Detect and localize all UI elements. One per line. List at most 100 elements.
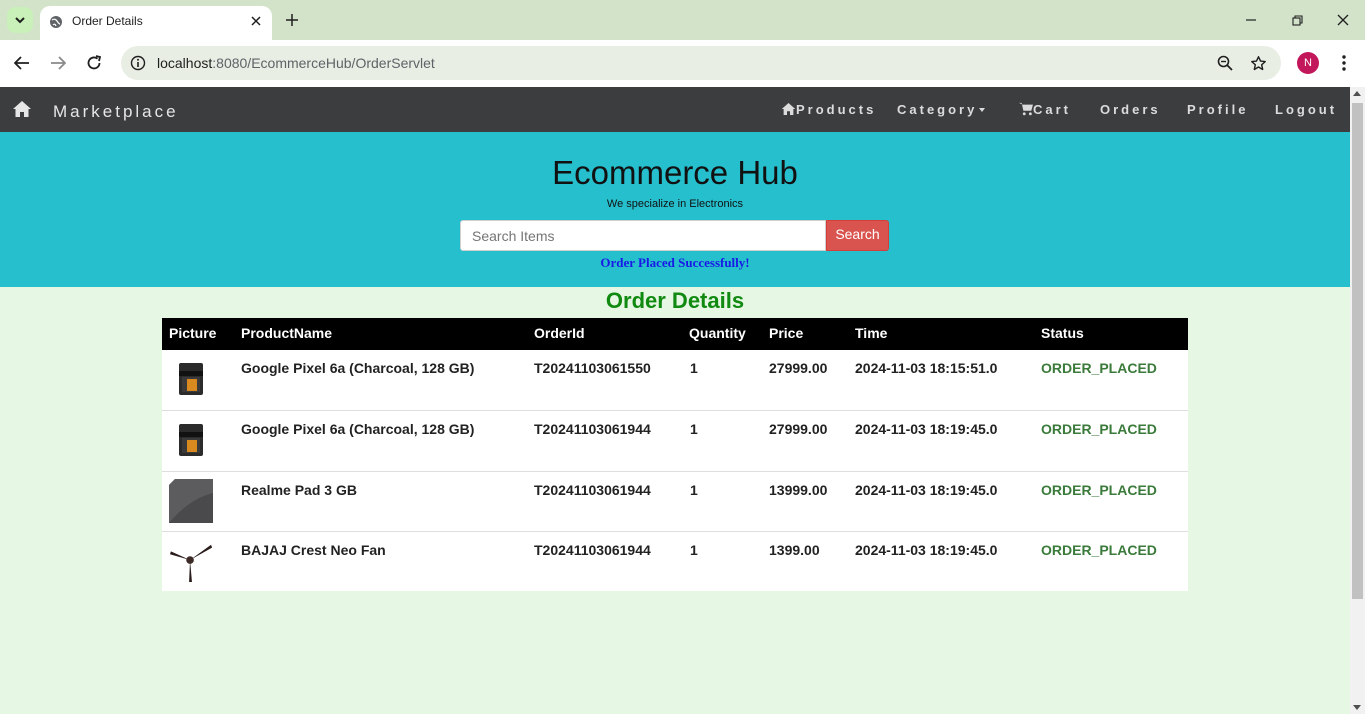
address-bar[interactable]: localhost:8080/EcommerceHub/OrderServlet	[121, 46, 1281, 80]
product-image	[169, 357, 213, 401]
forward-button[interactable]	[47, 52, 69, 74]
column-picture: Picture	[169, 325, 217, 341]
browser-menu-button[interactable]	[1334, 52, 1354, 74]
order-details-title: Order Details	[605, 288, 745, 313]
product-image	[169, 479, 213, 523]
order-time: 2024-11-03 18:19:45.0	[855, 421, 998, 437]
arrow-right-icon	[51, 56, 66, 70]
status-badge: ORDER_PLACED	[1041, 542, 1157, 558]
nav-logout[interactable]: Logout	[1275, 102, 1337, 117]
home-icon[interactable]	[12, 100, 32, 118]
column-status: Status	[1041, 325, 1084, 341]
site-navbar: Marketplace Products Category Cart Order…	[0, 87, 1350, 132]
reload-button[interactable]	[83, 52, 105, 74]
product-image	[169, 418, 213, 462]
reload-icon	[87, 55, 102, 70]
tablet-icon	[169, 479, 213, 523]
order-id: T20241103061944	[534, 482, 651, 498]
browser-toolbar: localhost:8080/EcommerceHub/OrderServlet…	[0, 40, 1365, 87]
restore-icon	[1291, 14, 1303, 26]
price: 13999.00	[769, 482, 828, 498]
nav-profile[interactable]: Profile	[1187, 102, 1248, 117]
quantity: 1	[690, 421, 698, 437]
order-id: T20241103061944	[534, 421, 651, 437]
price: 1399.00	[769, 542, 820, 558]
bookmark-button[interactable]	[1248, 53, 1268, 73]
price: 27999.00	[769, 421, 828, 437]
table-row: Realme Pad 3 GB T20241103061944 1 13999.…	[162, 471, 1188, 531]
search-input[interactable]	[460, 220, 826, 251]
close-icon	[1337, 14, 1349, 26]
tab-close-button[interactable]	[247, 12, 265, 30]
table-row: Google Pixel 6a (Charcoal, 128 GB) T2024…	[162, 350, 1188, 411]
product-name: Realme Pad 3 GB	[241, 482, 357, 498]
brand-link[interactable]: Marketplace	[53, 102, 179, 122]
column-price: Price	[769, 325, 804, 341]
nav-products-label: Products	[796, 102, 877, 117]
site-title: Ecommerce Hub	[552, 154, 798, 191]
back-button[interactable]	[11, 52, 33, 74]
order-id: T20241103061944	[534, 542, 651, 558]
nav-cart[interactable]: Cart	[1019, 102, 1071, 117]
orders-table: Picture ProductName OrderId Quantity Pri…	[162, 318, 1188, 591]
product-name: Google Pixel 6a (Charcoal, 128 GB)	[241, 360, 475, 376]
scrollbar-thumb[interactable]	[1352, 103, 1363, 599]
column-order-id: OrderId	[534, 325, 585, 341]
order-id: T20241103061550	[534, 360, 651, 376]
home-icon	[781, 103, 796, 115]
minimize-icon	[1246, 19, 1256, 21]
table-row: Google Pixel 6a (Charcoal, 128 GB) T2024…	[162, 410, 1188, 471]
zoom-button[interactable]	[1215, 53, 1235, 73]
tab-search-button[interactable]	[7, 7, 33, 33]
caret-down-icon	[979, 108, 986, 112]
plus-icon	[286, 14, 298, 26]
new-tab-button[interactable]	[282, 10, 302, 30]
quantity: 1	[690, 360, 698, 376]
restore-button[interactable]	[1287, 10, 1307, 30]
scroll-down-arrow-icon[interactable]	[1353, 705, 1361, 710]
order-time: 2024-11-03 18:19:45.0	[855, 542, 998, 558]
nav-category-label: Category	[897, 102, 978, 117]
zoom-out-icon	[1217, 55, 1233, 71]
globe-icon	[50, 16, 62, 28]
column-quantity: Quantity	[689, 325, 746, 341]
order-time: 2024-11-03 18:15:51.0	[855, 360, 998, 376]
product-name: BAJAJ Crest Neo Fan	[241, 542, 386, 558]
url-text: localhost:8080/EcommerceHub/OrderServlet	[157, 55, 435, 71]
column-time: Time	[855, 325, 888, 341]
chevron-down-icon	[15, 16, 25, 23]
nav-cart-label: Cart	[1033, 102, 1072, 117]
url-host: localhost	[157, 55, 213, 71]
table-header: Picture ProductName OrderId Quantity Pri…	[162, 318, 1188, 350]
browser-tab[interactable]: Order Details	[40, 6, 272, 40]
nav-orders[interactable]: Orders	[1100, 102, 1161, 117]
quantity: 1	[690, 542, 698, 558]
header-banner: Ecommerce Hub We specialize in Electroni…	[0, 132, 1350, 287]
search-button[interactable]: Search	[826, 220, 889, 251]
product-image	[169, 539, 213, 583]
scroll-up-arrow-icon[interactable]	[1353, 91, 1361, 96]
arrow-left-icon	[14, 56, 29, 70]
order-time: 2024-11-03 18:19:45.0	[855, 482, 998, 498]
site-tagline: We specialize in Electronics	[606, 198, 744, 210]
more-vertical-icon	[1342, 55, 1346, 71]
site-info-button[interactable]	[129, 54, 147, 72]
column-product-name: ProductName	[241, 325, 333, 341]
phone-icon	[179, 424, 203, 456]
table-row: BAJAJ Crest Neo Fan T20241103061944 1 13…	[162, 531, 1188, 591]
cart-icon	[1019, 102, 1033, 116]
tab-title: Order Details	[72, 14, 143, 28]
profile-avatar[interactable]: N	[1297, 52, 1319, 74]
price: 27999.00	[769, 360, 828, 376]
close-icon	[251, 16, 261, 26]
minimize-button[interactable]	[1241, 10, 1261, 30]
close-window-button[interactable]	[1333, 10, 1353, 30]
fan-icon	[169, 544, 213, 583]
nav-category[interactable]: Category	[897, 102, 986, 117]
info-icon	[130, 55, 146, 71]
nav-products[interactable]: Products	[781, 102, 876, 117]
page-scrollbar[interactable]	[1350, 87, 1365, 714]
phone-icon	[179, 363, 203, 395]
url-path: :8080/EcommerceHub/OrderServlet	[212, 55, 435, 71]
order-success-message: Order Placed Successfully!	[600, 255, 750, 270]
